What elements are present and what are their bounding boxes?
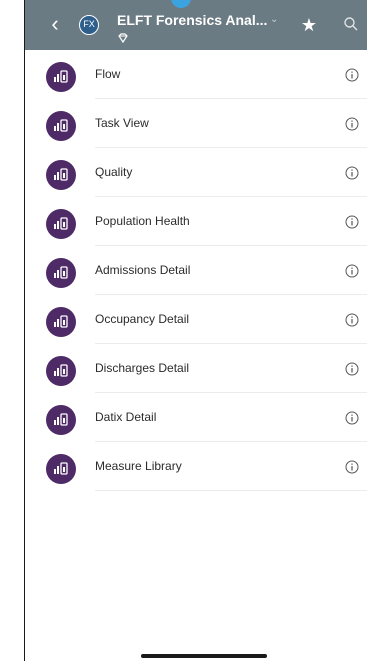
info-icon[interactable] [345, 460, 359, 474]
list-item-label: Task View [95, 116, 149, 130]
app-header: ‹ FX ELFT Forensics Anal... ⌄ ★ [25, 0, 367, 50]
report-icon [46, 454, 76, 484]
report-icon [46, 209, 76, 239]
info-icon[interactable] [345, 215, 359, 229]
report-icon [46, 356, 76, 386]
list-item-label: Admissions Detail [95, 263, 191, 277]
star-icon[interactable]: ★ [299, 15, 319, 35]
list-item[interactable]: Admissions Detail [25, 246, 367, 295]
info-icon[interactable] [345, 117, 359, 131]
list-item-label: Flow [95, 67, 121, 81]
report-icon [46, 307, 76, 337]
list-item-label: Measure Library [95, 459, 182, 473]
info-icon[interactable] [345, 313, 359, 327]
divider [95, 490, 367, 491]
chevron-down-icon[interactable]: ⌄ [270, 14, 280, 26]
report-list: Flow Task View Quality Population Health… [25, 50, 367, 491]
list-item[interactable]: Flow [25, 50, 367, 99]
diamond-icon [117, 32, 129, 44]
info-icon[interactable] [345, 362, 359, 376]
list-item[interactable]: Task View [25, 99, 367, 148]
list-item[interactable]: Population Health [25, 197, 367, 246]
chevron-left-icon[interactable]: ‹ [45, 13, 65, 35]
app-frame: ‹ FX ELFT Forensics Anal... ⌄ ★ Flow Tas… [24, 0, 367, 661]
report-icon [46, 160, 76, 190]
list-item[interactable]: Datix Detail [25, 393, 367, 442]
list-item-label: Population Health [95, 214, 190, 228]
report-icon [46, 405, 76, 435]
info-icon[interactable] [345, 411, 359, 425]
list-item-label: Datix Detail [95, 410, 157, 424]
search-icon[interactable] [343, 16, 359, 32]
list-item[interactable]: Occupancy Detail [25, 295, 367, 344]
home-indicator[interactable] [141, 654, 267, 658]
report-icon [46, 258, 76, 288]
info-icon[interactable] [345, 166, 359, 180]
report-icon [46, 62, 76, 92]
app-badge: FX [79, 15, 99, 35]
page-title[interactable]: ELFT Forensics Anal... [117, 12, 267, 30]
list-item[interactable]: Discharges Detail [25, 344, 367, 393]
info-icon[interactable] [345, 264, 359, 278]
report-icon [46, 111, 76, 141]
info-icon[interactable] [345, 68, 359, 82]
list-item-label: Quality [95, 165, 133, 179]
list-item[interactable]: Measure Library [25, 442, 367, 491]
list-item[interactable]: Quality [25, 148, 367, 197]
list-item-label: Occupancy Detail [95, 312, 190, 326]
list-item-label: Discharges Detail [95, 361, 190, 375]
